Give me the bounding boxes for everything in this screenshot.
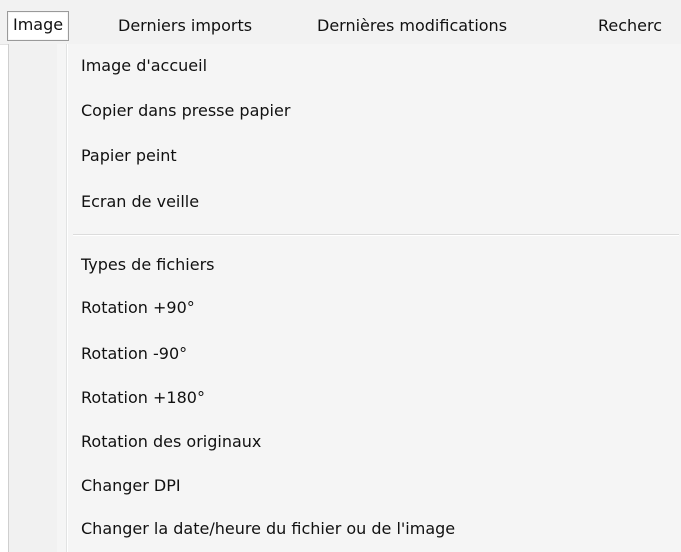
- menu-item-label: Changer DPI: [81, 476, 181, 495]
- menu-item-rotation-plus-180[interactable]: Rotation +180°: [9, 378, 681, 418]
- menu-item-image-accueil[interactable]: Image d'accueil: [9, 46, 681, 86]
- menu-item-label: Types de fichiers: [81, 255, 215, 274]
- menu-item-label: Copier dans presse papier: [81, 101, 291, 120]
- menu-item-changer-dpi[interactable]: Changer DPI: [9, 466, 681, 506]
- menu-item-rotation-moins-90[interactable]: Rotation -90°: [9, 334, 681, 374]
- menu-item-changer-date-heure[interactable]: Changer la date/heure du fichier ou de l…: [9, 509, 681, 549]
- menu-item-label: Changer la date/heure du fichier ou de l…: [81, 519, 456, 538]
- menu-item-label: Rotation des originaux: [81, 432, 262, 451]
- menu-item-ecran-de-veille[interactable]: Ecran de veille: [9, 182, 681, 222]
- menu-image[interactable]: Image: [7, 11, 70, 41]
- menu-item-label: Ecran de veille: [81, 192, 200, 211]
- menu-item-label: Image d'accueil: [81, 56, 208, 75]
- menu-item-label: Rotation +90°: [81, 298, 195, 317]
- menu-item-rotation-plus-90[interactable]: Rotation +90°: [9, 288, 681, 328]
- menu-derniers-imports[interactable]: Derniers imports: [118, 12, 252, 40]
- image-dropdown-menu: Image d'accueil Copier dans presse papie…: [8, 44, 681, 552]
- menu-dernieres-modifications[interactable]: Dernières modifications: [317, 12, 507, 40]
- menu-item-label: Papier peint: [81, 146, 177, 165]
- menu-item-papier-peint[interactable]: Papier peint: [9, 136, 681, 176]
- menu-item-label: Rotation -90°: [81, 344, 188, 363]
- menu-item-types-de-fichiers[interactable]: Types de fichiers: [9, 245, 681, 285]
- menu-recherche[interactable]: Recherc: [598, 12, 662, 40]
- menu-separator: [73, 234, 679, 236]
- menu-item-rotation-des-originaux[interactable]: Rotation des originaux: [9, 422, 681, 462]
- menu-item-copier-presse-papier[interactable]: Copier dans presse papier: [9, 91, 681, 131]
- menu-item-label: Rotation +180°: [81, 388, 205, 407]
- menu-bar: Image Derniers imports Dernières modific…: [0, 0, 681, 45]
